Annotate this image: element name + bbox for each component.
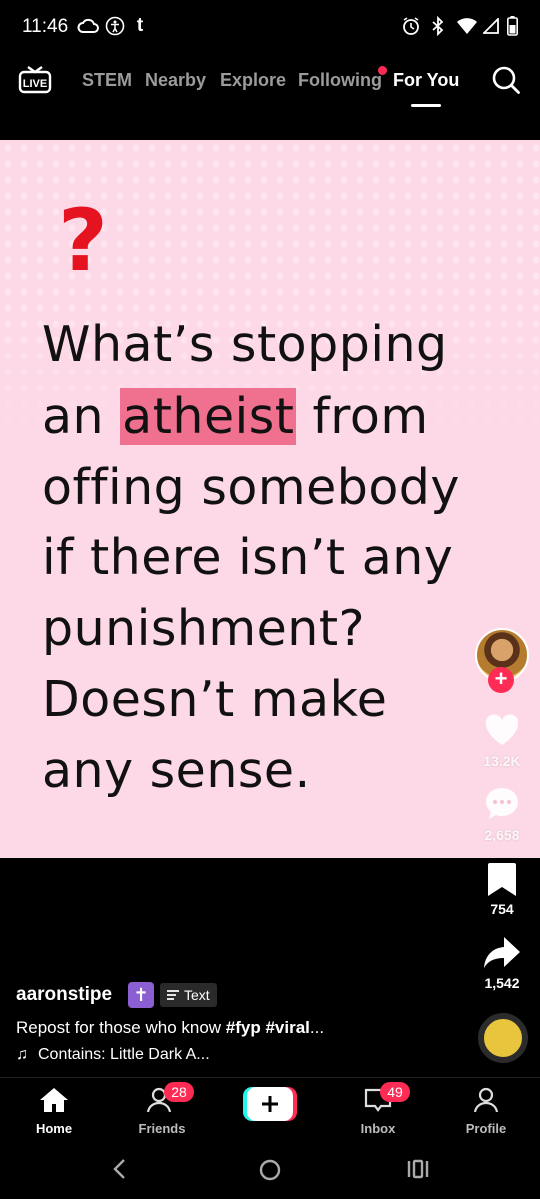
nav-friends-label: Friends [138,1121,186,1136]
inbox-badge: 49 [380,1082,410,1102]
text-badge-label: Text [184,987,210,1003]
search-icon [492,66,520,94]
accessibility-icon [104,14,126,38]
home-circle-icon[interactable] [258,1158,282,1182]
hashtags[interactable]: #fyp #viral [226,1018,310,1037]
video-description[interactable]: Repost for those who know #fyp #viral... [16,1018,324,1038]
music-disc[interactable] [478,1013,528,1063]
active-tab-indicator [411,104,441,107]
highlighted-word: atheist [120,388,297,445]
caption-line-1: What’s stopping [42,316,448,373]
author-cross-badge: ✝ [128,982,154,1008]
home-icon [40,1088,68,1112]
nav-inbox[interactable]: Inbox 49 [338,1082,418,1136]
tab-explore[interactable]: Explore [220,70,286,91]
status-time: 11:46 [22,16,69,37]
bookmark-icon[interactable] [482,860,522,900]
live-tv-icon: LIVE [18,66,52,94]
tab-following[interactable]: Following [298,70,382,91]
bluetooth-icon [428,14,448,38]
video-content[interactable]: ? What’s stopping an atheist from offing… [0,140,540,858]
share-icon[interactable] [482,933,522,973]
text-lines-icon [167,990,179,1000]
tumblr-icon: t [136,15,144,36]
comment-icon[interactable] [482,784,522,824]
tab-nearby[interactable]: Nearby [145,70,206,91]
nav-home[interactable]: Home [14,1086,94,1136]
caption-line-5: punishment? [42,600,366,657]
system-nav-bar [0,1140,540,1199]
cloud-icon [76,14,100,38]
search-button[interactable] [490,64,522,96]
following-notification-dot [378,66,387,75]
alarm-icon [400,14,422,38]
caption-line-7: any sense. [42,742,311,799]
caption-line-2: an atheist from [42,388,429,445]
svg-text:LIVE: LIVE [23,78,47,90]
music-note-icon: ♫ [16,1046,28,1063]
create-button[interactable] [243,1087,297,1121]
like-count: 13.2K [483,753,521,769]
heart-icon[interactable] [482,710,522,750]
recents-icon[interactable] [406,1158,430,1180]
live-button[interactable]: LIVE [18,62,52,96]
text-post-badge: Text [160,983,217,1007]
battery-icon [505,14,519,38]
signal-icon [482,14,500,38]
nav-profile[interactable]: Profile [446,1086,526,1136]
share-count: 1,542 [484,975,520,991]
profile-icon [473,1087,499,1113]
wifi-icon [455,14,479,38]
comment-count: 2,658 [484,827,520,843]
nav-home-label: Home [35,1121,73,1136]
follow-button[interactable]: + [488,667,514,693]
caption-line-3: offing somebody [42,459,460,516]
nav-friends[interactable]: Friends 28 [122,1082,202,1136]
status-bar: 11:46 t [0,0,540,52]
bottom-nav: Home Friends 28 Inbox 49 Profile [0,1077,540,1139]
question-mark-emoji: ? [58,191,108,291]
tab-stem[interactable]: STEM [82,70,132,91]
bookmark-count: 754 [490,901,514,917]
back-icon[interactable] [110,1158,130,1180]
nav-profile-label: Profile [465,1121,507,1136]
friends-badge: 28 [164,1082,194,1102]
top-nav: LIVE STEM Nearby Explore Following For Y… [0,52,540,138]
tab-for-you[interactable]: For You [393,70,459,91]
caption-line-6: Doesn’t make [42,671,388,728]
music-title: Contains: Little Dark A... [38,1046,210,1063]
music-info[interactable]: ♫ Contains: Little Dark A... [16,1046,210,1064]
caption-line-4: if there isn’t any [42,529,454,586]
nav-inbox-label: Inbox [360,1121,396,1136]
author-username[interactable]: aaronstipe [16,984,112,1006]
